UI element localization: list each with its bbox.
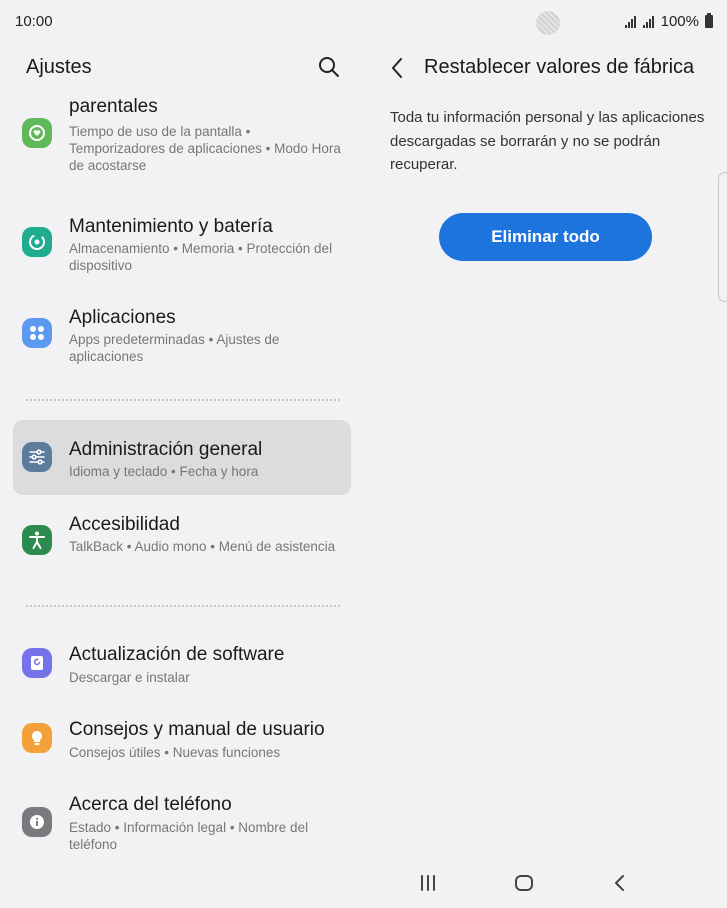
settings-item-accessibility[interactable]: Accesibilidad TalkBack • Audio mono • Me… <box>13 506 351 576</box>
settings-item-subtitle: Estado • Información legal • Nombre del … <box>69 820 309 852</box>
back-icon <box>615 875 624 891</box>
settings-item-title: Administración general <box>69 439 263 460</box>
home-button[interactable] <box>509 870 539 896</box>
settings-item-title: Consejos y manual de usuario <box>69 719 325 740</box>
page-title: Restablecer valores de fábrica <box>424 56 695 78</box>
settings-item-tips-manual[interactable]: Consejos y manual de usuario Consejos út… <box>13 715 351 769</box>
settings-item-subtitle: Idioma y teclado • Fecha y hora <box>69 464 259 479</box>
section-divider <box>26 605 340 607</box>
settings-item-subtitle: Descargar e instalar <box>69 670 190 685</box>
settings-item-subtitle: Almacenamiento • Memoria • Protección de… <box>69 241 333 273</box>
apps-icon <box>22 318 52 348</box>
settings-item-digital-wellbeing[interactable]: parentales Tiempo de uso de la pantalla … <box>13 96 351 182</box>
settings-item-apps[interactable]: Aplicaciones Apps predeterminadas • Ajus… <box>13 299 351 369</box>
section-divider <box>26 399 340 401</box>
signal-icon <box>642 15 654 28</box>
info-icon <box>22 807 52 837</box>
settings-item-subtitle: Apps predeterminadas • Ajustes de aplica… <box>69 332 280 364</box>
search-button[interactable] <box>316 54 342 80</box>
home-icon <box>515 875 533 891</box>
signal-icon <box>624 15 636 28</box>
status-time: 10:00 <box>15 13 53 30</box>
delete-all-button[interactable]: Eliminar todo <box>439 213 652 261</box>
settings-item-general-management[interactable]: Administración general Idioma y teclado … <box>13 420 351 495</box>
status-bar: 10:00 100% <box>0 0 727 44</box>
wellbeing-icon <box>22 118 52 148</box>
software-update-icon <box>22 648 52 678</box>
settings-item-title: Actualización de software <box>69 644 285 665</box>
device-care-icon <box>22 227 52 257</box>
battery-percent: 100% <box>660 13 699 30</box>
settings-item-title: Accesibilidad <box>69 514 180 535</box>
chevron-left-icon <box>392 58 402 78</box>
settings-item-software-update[interactable]: Actualización de software Descargar e in… <box>13 640 351 694</box>
accessibility-icon <box>22 525 52 555</box>
recent-apps-icon <box>421 875 435 891</box>
search-icon <box>319 57 339 77</box>
settings-item-title: Acerca del teléfono <box>69 794 232 815</box>
settings-list[interactable]: parentales Tiempo de uso de la pantalla … <box>0 96 365 866</box>
settings-item-subtitle: Consejos útiles • Nuevas funciones <box>69 745 281 760</box>
settings-item-title: Mantenimiento y batería <box>69 216 273 237</box>
lightbulb-icon <box>22 723 52 753</box>
settings-item-subtitle: TalkBack • Audio mono • Menú de asistenc… <box>69 539 336 554</box>
sliders-icon <box>22 442 52 472</box>
settings-item-about-phone[interactable]: Acerca del teléfono Estado • Información… <box>13 790 351 860</box>
navigation-bar <box>0 860 727 908</box>
status-indicators: 100% <box>624 13 713 30</box>
back-button[interactable] <box>386 55 410 81</box>
camera-cutout <box>536 11 560 35</box>
settings-item-subtitle: Tiempo de uso de la pantalla • Temporiza… <box>69 124 341 173</box>
settings-item-device-care[interactable]: Mantenimiento y batería Almacenamiento •… <box>13 208 351 278</box>
settings-item-title: Aplicaciones <box>69 307 176 328</box>
recent-apps-button[interactable] <box>413 870 443 896</box>
pane-resize-handle[interactable] <box>718 172 727 302</box>
settings-title: Ajustes <box>26 56 92 78</box>
settings-item-title: parentales <box>69 96 158 117</box>
battery-icon <box>705 13 713 28</box>
nav-back-button[interactable] <box>605 870 635 896</box>
reset-description: Toda tu información personal y las aplic… <box>390 109 705 173</box>
